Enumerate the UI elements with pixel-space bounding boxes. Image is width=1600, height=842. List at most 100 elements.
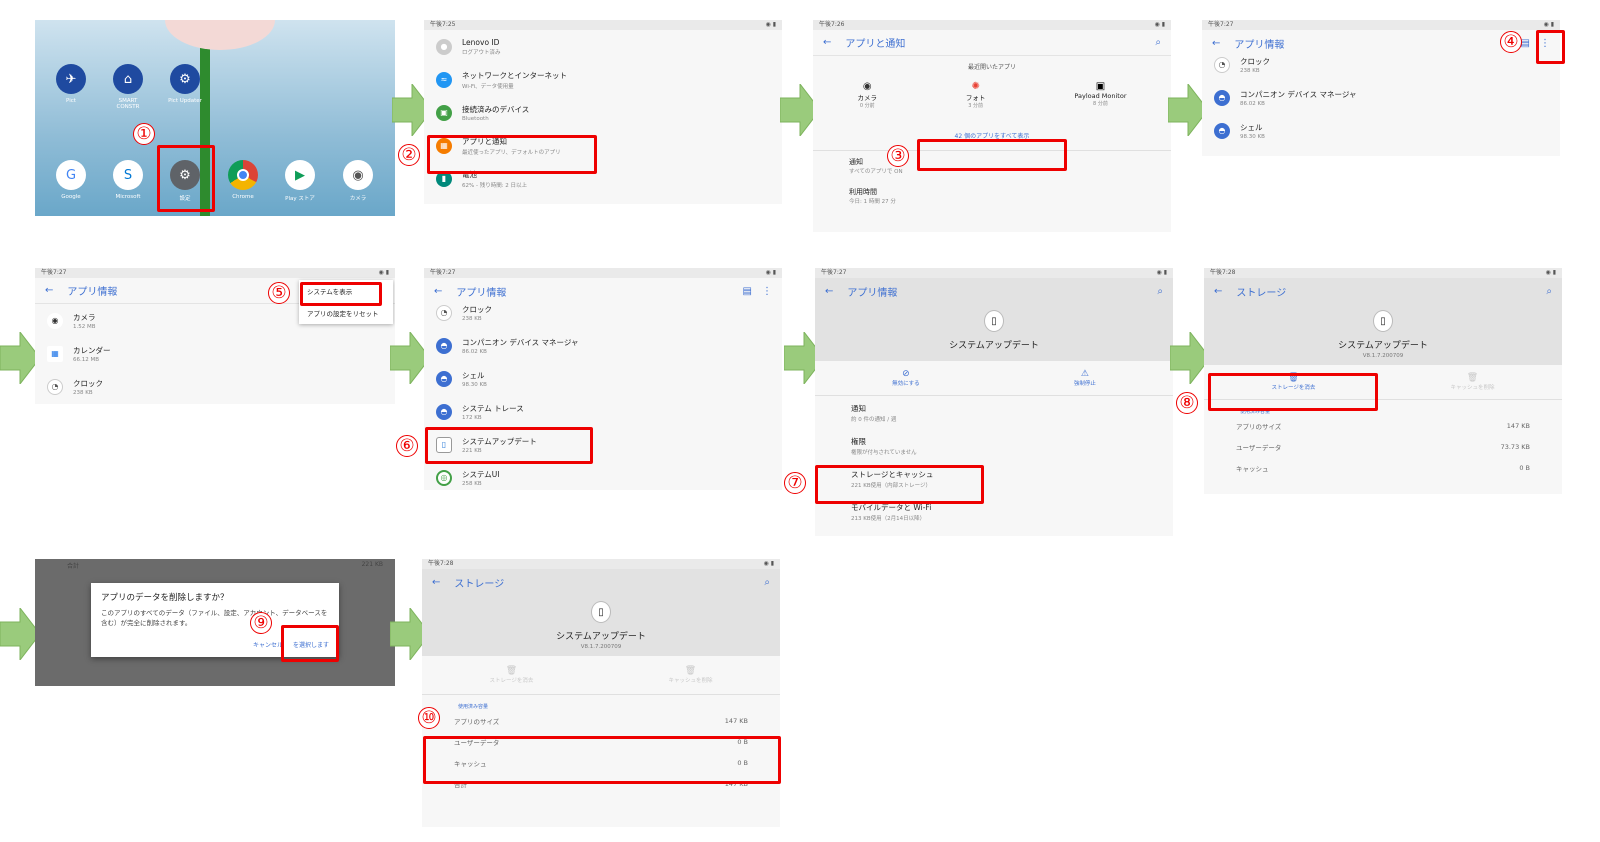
disable-button[interactable]: ⊘ 無効にする bbox=[892, 369, 920, 387]
battery-icon: ◉ ▮ bbox=[765, 21, 776, 28]
camera-icon: ◉ bbox=[343, 160, 373, 190]
search-icon[interactable]: ⌕ bbox=[1157, 286, 1163, 297]
recent-app-photos[interactable]: ✺ フォト 3 分前 bbox=[966, 81, 986, 109]
app-item-calendar[interactable]: ▦ カレンダー 66.12 MB bbox=[35, 337, 395, 370]
app-smart-constr[interactable]: ⌂ SMART CONSTR bbox=[110, 64, 146, 110]
step-number: ③ bbox=[887, 145, 909, 167]
next-arrow bbox=[0, 606, 41, 662]
clock-icon: ◔ bbox=[1214, 56, 1230, 73]
app-camera[interactable]: ◉ カメラ bbox=[340, 160, 376, 202]
app-item-companion[interactable]: ◓ コンパニオン デバイス マネージャ 86.02 KB bbox=[424, 329, 782, 362]
phone-update-icon: ▯ bbox=[591, 601, 611, 623]
item-subtitle: 172 KB bbox=[462, 414, 482, 421]
item-subtitle: Bluetooth bbox=[462, 115, 489, 122]
info-item-permissions[interactable]: 権限 権限が付与されていません bbox=[815, 429, 1173, 462]
clear-cache-button[interactable]: 🗑 キャッシュを削除 bbox=[1450, 373, 1494, 391]
status-time: 午後7:27 bbox=[41, 269, 67, 276]
storage-row: ユーザーデータ 73.73 KB bbox=[1204, 436, 1562, 457]
camera-icon: ◉ bbox=[862, 81, 872, 92]
app-pict[interactable]: ✈ Pict bbox=[53, 64, 89, 104]
clear-cache-button[interactable]: 🗑 キャッシュを削除 bbox=[668, 666, 712, 684]
status-time: 午後7:27 bbox=[1208, 21, 1234, 28]
payload-monitor-icon: ▣ bbox=[1095, 81, 1106, 92]
search-icon[interactable]: ⌕ bbox=[1546, 286, 1552, 297]
recent-app-payload-monitor[interactable]: ▣ Payload Monitor 8 分前 bbox=[1074, 81, 1126, 109]
battery-icon: ◉ ▮ bbox=[378, 269, 389, 276]
app-name: Payload Monitor bbox=[1074, 92, 1127, 100]
item-subtitle: 258 KB bbox=[462, 480, 482, 487]
settings-item-network[interactable]: ≈ ネットワークとインターネット Wi-Fi、データ使用量 bbox=[424, 63, 782, 96]
app-item-system-ui[interactable]: ◎ システムUI 258 KB bbox=[424, 461, 782, 490]
status-time: 午後7:28 bbox=[1210, 269, 1236, 276]
app-play-store[interactable]: ▶ Play ストア bbox=[282, 160, 318, 202]
page-title: アプリ情報 bbox=[1234, 39, 1285, 51]
status-time: 午後7:26 bbox=[819, 21, 845, 28]
cancel-button[interactable]: キャンセル bbox=[253, 640, 283, 649]
app-header: ▯ システムアップデート bbox=[815, 304, 1173, 361]
back-arrow-icon[interactable]: ← bbox=[434, 286, 442, 297]
android-icon: ◓ bbox=[436, 337, 452, 354]
page-title: アプリ情報 bbox=[847, 287, 898, 299]
usage-time-item[interactable]: 利用時間 今日: 1 時間 27 分 bbox=[813, 181, 1171, 211]
settings-item-lenovo-id[interactable]: ● Lenovo ID ログアウト済み bbox=[424, 30, 782, 63]
app-item-system-trace[interactable]: ◓ システム トレース 172 KB bbox=[424, 395, 782, 428]
app-pict-updater[interactable]: ⚙ Pict Updater bbox=[167, 64, 203, 104]
app-item-clock[interactable]: ◔ クロック 238 KB bbox=[35, 370, 395, 403]
app-item-clock[interactable]: ◔ クロック 238 KB bbox=[1202, 48, 1560, 81]
app-item-clock[interactable]: ◔ クロック 238 KB bbox=[424, 296, 782, 329]
item-subtitle: 62% - 残り時間: 2 日以上 bbox=[462, 182, 528, 189]
clock-icon: ◔ bbox=[436, 304, 452, 321]
step-number: ⑥ bbox=[396, 435, 418, 457]
document-icon[interactable]: ▤ bbox=[743, 286, 752, 297]
status-bar: 午後7:25 ◉ ▮ bbox=[424, 20, 782, 30]
item-subtitle: ログアウト済み bbox=[462, 49, 501, 56]
app-microsoft-folder[interactable]: S Microsoft bbox=[110, 160, 146, 200]
settings-item-devices[interactable]: ▣ 接続済みのデバイス Bluetooth bbox=[424, 96, 782, 129]
back-arrow-icon[interactable]: ← bbox=[823, 37, 831, 48]
trash-icon: 🗑 bbox=[1466, 373, 1479, 383]
item-title: カメラ bbox=[73, 312, 96, 322]
app-header: ▯ システムアップデート V8.1.7.200709 bbox=[1204, 304, 1562, 365]
item-subtitle: 98.30 KB bbox=[462, 381, 487, 388]
back-arrow-icon[interactable]: ← bbox=[1214, 286, 1222, 297]
updater-icon: ⚙ bbox=[170, 64, 200, 94]
info-item-notifications[interactable]: 通知約 0 件の通知 / 週 bbox=[815, 396, 1173, 429]
force-stop-button[interactable]: ⚠ 強制停止 bbox=[1074, 369, 1096, 387]
row-label: 合計 bbox=[67, 563, 80, 570]
app-chrome[interactable]: Chrome bbox=[225, 160, 261, 200]
clear-storage-button[interactable]: 🗑 ストレージを消去 bbox=[490, 666, 534, 684]
row-label: アプリのサイズ bbox=[1236, 422, 1282, 431]
status-bar: 午後7:27 ◉ ▮ bbox=[815, 268, 1173, 278]
highlight-box bbox=[423, 736, 781, 784]
back-arrow-icon[interactable]: ← bbox=[45, 285, 53, 296]
devices-icon: ▣ bbox=[436, 104, 452, 121]
more-vert-icon[interactable]: ⋮ bbox=[762, 286, 772, 297]
app-bar: ← アプリ情報 ⌕ bbox=[815, 278, 1173, 304]
row-value: 147 KB bbox=[1506, 421, 1530, 430]
item-subtitle: 1.52 MB bbox=[73, 323, 96, 330]
search-icon[interactable]: ⌕ bbox=[764, 577, 770, 588]
recent-app-camera[interactable]: ◉ カメラ 0 分前 bbox=[857, 81, 877, 109]
app-item-shell[interactable]: ◓ シェル 98.30 KB bbox=[1202, 114, 1560, 147]
battery-icon: ◉ ▮ bbox=[1543, 21, 1554, 28]
back-arrow-icon[interactable]: ← bbox=[1212, 38, 1220, 49]
search-icon[interactable]: ⌕ bbox=[1155, 37, 1161, 48]
play-store-icon: ▶ bbox=[285, 160, 315, 190]
status-bar: 午後7:27 ◉ ▮ bbox=[35, 268, 395, 278]
item-subtitle: 66.12 MB bbox=[73, 356, 100, 363]
wifi-icon: ≈ bbox=[436, 71, 452, 88]
app-name: システムアップデート bbox=[1338, 341, 1428, 351]
action-buttons: ⊘ 無効にする ⚠ 強制停止 bbox=[815, 361, 1173, 396]
app-item-shell[interactable]: ◓ シェル 98.30 KB bbox=[424, 362, 782, 395]
step-number: ② bbox=[398, 144, 420, 166]
back-arrow-icon[interactable]: ← bbox=[825, 286, 833, 297]
step-number: ④ bbox=[1500, 31, 1522, 53]
step-number: ⑧ bbox=[1176, 392, 1198, 414]
item-subtitle: 213 KB使用（2月14日以降） bbox=[851, 515, 926, 522]
app-item-companion[interactable]: ◓ コンパニオン デバイス マネージャ 86.02 KB bbox=[1202, 81, 1560, 114]
app-google-folder[interactable]: G Google bbox=[53, 160, 89, 200]
item-title: ネットワークとインターネット bbox=[462, 70, 567, 80]
back-arrow-icon[interactable]: ← bbox=[432, 577, 440, 588]
item-title: クロック bbox=[1240, 56, 1270, 66]
step-number: ① bbox=[133, 123, 155, 145]
